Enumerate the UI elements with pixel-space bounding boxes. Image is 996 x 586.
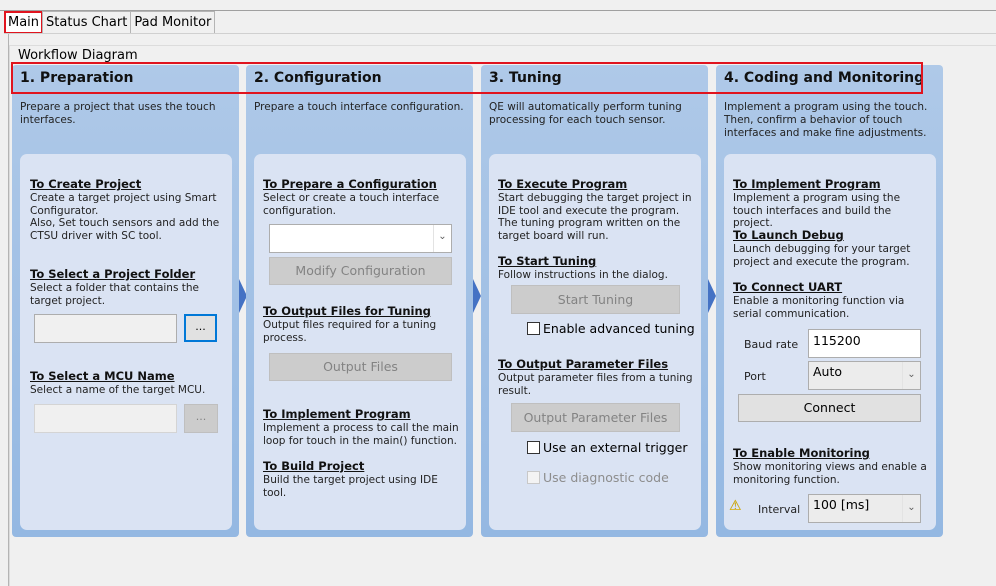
step-arrow-icon [473,279,481,313]
chevron-down-icon: ⌄ [902,362,920,389]
execute-program-link[interactable]: To Execute Program [498,178,627,191]
checkbox-box [527,322,540,335]
build-project-link[interactable]: To Build Project [263,460,364,473]
interval-select[interactable]: 100 [ms] ⌄ [808,494,921,523]
column-inner-panel: To Implement Program Implement a program… [724,154,936,530]
checkbox-box [527,471,540,484]
interval-label: Interval [758,503,801,516]
output-parameter-files-button[interactable]: Output Parameter Files [511,403,680,432]
diagnostic-code-checkbox[interactable]: Use diagnostic code [527,470,669,485]
connect-button[interactable]: Connect [738,394,921,422]
select-project-folder-link[interactable]: To Select a Project Folder [30,268,195,281]
tab-main[interactable]: Main [4,11,44,34]
interval-select-value: 100 [ms] [813,497,870,512]
create-project-link[interactable]: To Create Project [30,178,141,191]
execute-program-desc: Start debugging the target project in ID… [498,192,692,242]
select-mcu-name-desc: Select a name of the target MCU. [30,384,206,396]
workflow-group-title: Workflow Diagram [15,48,141,63]
output-files-tuning-link[interactable]: To Output Files for Tuning [263,305,431,318]
chevron-down-icon: ⌄ [433,225,451,252]
output-parameter-files-desc: Output parameter files from a tuning res… [498,372,693,397]
warning-icon: ⚠ [729,498,742,514]
column-configuration: 2. Configuration Prepare a touch interfa… [246,65,473,537]
column-title: 2. Configuration [254,70,382,86]
create-project-desc: Create a target project using Smart Conf… [30,192,220,242]
enable-monitoring-link[interactable]: To Enable Monitoring [733,447,870,460]
mcu-name-field[interactable] [34,404,177,433]
port-select[interactable]: Auto ⌄ [808,361,921,390]
advanced-tuning-label: Enable advanced tuning [543,321,695,336]
modify-configuration-button[interactable]: Modify Configuration [269,257,452,285]
baud-rate-label: Baud rate [744,338,799,351]
step-arrow-icon [708,279,716,313]
column-inner-panel: To Prepare a Configuration Select or cre… [254,154,466,530]
start-tuning-desc: Follow instructions in the dialog. [498,269,668,281]
output-files-tuning-desc: Output files required for a tuning proce… [263,319,437,344]
implement-program-link[interactable]: To Implement Program [263,408,411,421]
column-coding-monitoring: 4. Coding and Monitoring Implement a pro… [716,65,943,537]
column-title: 1. Preparation [20,70,134,86]
column-inner-panel: To Create Project Create a target projec… [20,154,232,530]
external-trigger-label: Use an external trigger [543,440,688,455]
column-inner-panel: To Execute Program Start debugging the t… [489,154,701,530]
select-project-folder-desc: Select a folder that contains the target… [30,282,199,307]
baud-rate-input[interactable]: 115200 [808,329,921,358]
tab-pad-monitor[interactable]: Pad Monitor [130,11,216,34]
column-title: 3. Tuning [489,70,562,86]
external-trigger-checkbox[interactable]: Use an external trigger [527,440,688,455]
column-title: 4. Coding and Monitoring [724,70,925,86]
tab-bar: Main Status Chart Pad Monitor [4,11,216,34]
configuration-select[interactable]: ⌄ [269,224,452,253]
browse-project-folder-button[interactable]: ... [184,314,217,342]
prepare-configuration-desc: Select or create a touch interface confi… [263,192,440,217]
launch-debug-desc: Launch debugging for your target project… [733,243,911,268]
column-tuning: 3. Tuning QE will automatically perform … [481,65,708,537]
launch-debug-link[interactable]: To Launch Debug [733,229,844,242]
browse-mcu-button[interactable]: ... [184,404,218,433]
select-mcu-name-link[interactable]: To Select a MCU Name [30,370,175,383]
tab-status-chart[interactable]: Status Chart [42,11,132,34]
implement-program-link[interactable]: To Implement Program [733,178,881,191]
start-tuning-link[interactable]: To Start Tuning [498,255,596,268]
project-folder-field[interactable] [34,314,177,343]
implement-program-desc: Implement a process to call the main loo… [263,422,459,447]
connect-uart-desc: Enable a monitoring function via serial … [733,295,905,320]
diagnostic-code-label: Use diagnostic code [543,470,669,485]
start-tuning-button[interactable]: Start Tuning [511,285,680,314]
output-parameter-files-link[interactable]: To Output Parameter Files [498,358,668,371]
column-preparation: 1. Preparation Prepare a project that us… [12,65,239,537]
output-files-button[interactable]: Output Files [269,353,452,381]
advanced-tuning-checkbox[interactable]: Enable advanced tuning [527,321,695,336]
connect-uart-link[interactable]: To Connect UART [733,281,842,294]
prepare-configuration-link[interactable]: To Prepare a Configuration [263,178,437,191]
port-select-value: Auto [813,364,843,379]
build-project-desc: Build the target project using IDE tool. [263,474,438,499]
enable-monitoring-desc: Show monitoring views and enable a monit… [733,461,927,486]
checkbox-box [527,441,540,454]
port-label: Port [744,370,766,383]
chevron-down-icon: ⌄ [902,495,920,522]
